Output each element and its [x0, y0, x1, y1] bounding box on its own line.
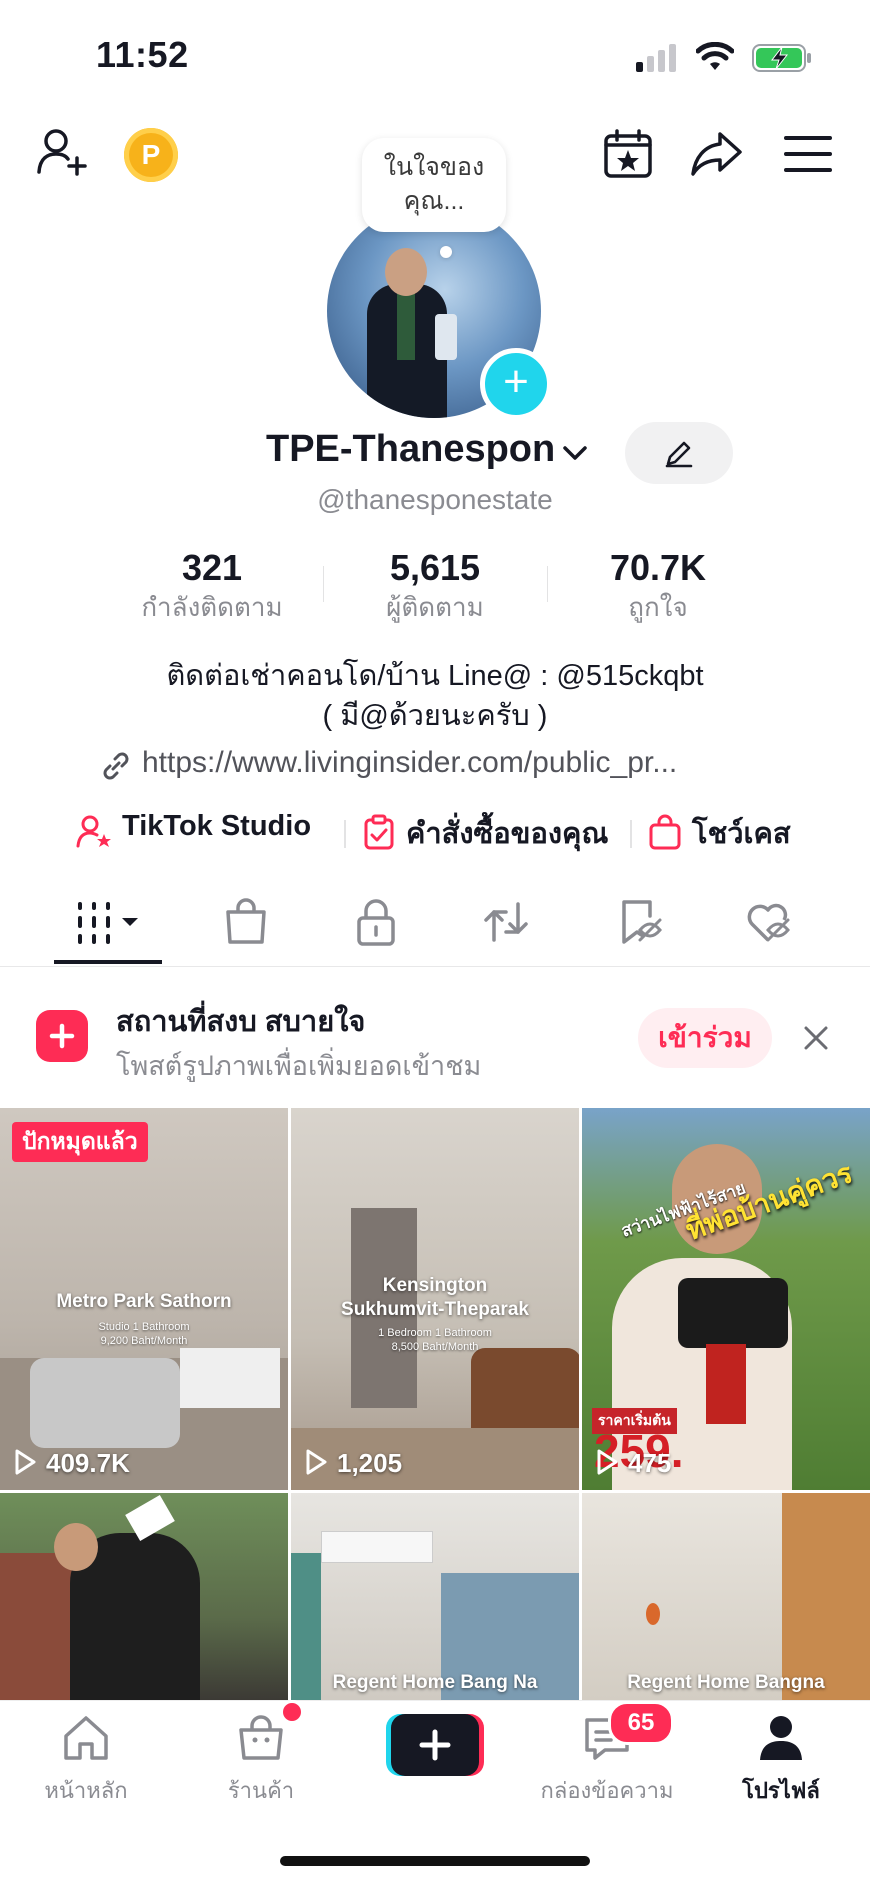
wifi-icon: [696, 42, 734, 70]
view-count-value: 409.7K: [46, 1448, 130, 1478]
stat-followers-value: 5,615: [389, 547, 481, 588]
status-time: 11:52: [96, 34, 189, 75]
private-lock-tab-icon[interactable]: [352, 896, 400, 948]
avatar-note-bubble[interactable]: ในใจของ คุณ...: [362, 138, 506, 232]
video-thumbnail[interactable]: Kensington Sukhumvit-Theparak 1 Bedroom …: [291, 1108, 579, 1490]
showcase-bag-icon: [649, 814, 681, 850]
create-plus-icon: [386, 1714, 484, 1776]
bio-line-2: ( มี@ด้วยนะครับ ): [322, 700, 548, 732]
shop-tab-icon[interactable]: [222, 896, 270, 948]
video-title: Sukhumvit-Theparak: [341, 1299, 529, 1320]
video-thumbnail[interactable]: สว่านไฟฟ้าไร้สาย ที่พ่อบ้านคู่ควร ราคาเร…: [582, 1108, 870, 1490]
nav-shop[interactable]: ร้านค้า: [186, 1712, 336, 1808]
video-subtitle: 1 Bedroom 1 Bathroom: [378, 1327, 492, 1339]
videos-grid-tab-icon[interactable]: [74, 896, 146, 948]
stat-likes[interactable]: 70.7K ถูกใจ: [558, 546, 758, 624]
stat-likes-value: 70.7K: [609, 547, 707, 588]
profile-handle: @thanesponestate: [317, 484, 553, 515]
nav-home[interactable]: หน้าหลัก: [11, 1712, 161, 1808]
bio-link[interactable]: https://www.livinginsider.com/public_pr.…: [142, 746, 677, 780]
play-icon: [15, 1449, 36, 1475]
studio-person-star-icon: [76, 815, 111, 848]
stat-divider: [547, 566, 548, 602]
view-count-value: 475: [628, 1448, 672, 1478]
chevron-down-icon[interactable]: [562, 440, 588, 466]
edit-profile-button[interactable]: [625, 422, 733, 484]
profile-name[interactable]: TPE-Thanespon: [266, 428, 555, 471]
close-icon[interactable]: [800, 1022, 832, 1054]
video-title: Kensington: [382, 1275, 488, 1296]
tiktok-studio-link[interactable]: TikTok Studio: [122, 810, 311, 843]
play-icon: [306, 1449, 327, 1475]
video-thumbnail[interactable]: Regent Home Bangna: [582, 1493, 870, 1700]
video-title: Metro Park Sathorn: [56, 1291, 232, 1312]
nav-profile[interactable]: โปรไฟล์: [706, 1712, 856, 1808]
view-count: 1,205: [305, 1448, 402, 1479]
video-subtitle: Studio 1 Bathroom: [98, 1321, 190, 1333]
view-count: 409.7K: [14, 1448, 130, 1479]
shop-notification-dot: [280, 1700, 304, 1724]
create-button[interactable]: [386, 1714, 484, 1776]
promo-subtitle: โพสต์รูปภาพเพื่อเพิ่มยอดเข้าชม: [116, 1051, 482, 1081]
nav-shop-label: ร้านค้า: [227, 1778, 295, 1803]
your-orders-link[interactable]: คำสั่งซื้อของคุณ: [406, 810, 608, 856]
add-photo-icon: [36, 1010, 88, 1062]
bio-line-1: ติดต่อเช่าคอนโด/บ้าน Line@ : @515ckqbt: [166, 660, 704, 692]
stat-followers[interactable]: 5,615 ผู้ติดตาม: [335, 546, 535, 624]
add-friend-icon[interactable]: [36, 126, 88, 178]
stat-following-value: 321: [181, 547, 243, 588]
add-avatar-plus-icon[interactable]: +: [480, 348, 552, 420]
video-title: Regent Home Bang Na: [332, 1672, 538, 1693]
calendar-star-icon[interactable]: [602, 128, 654, 180]
nav-profile-label: โปรไฟล์: [742, 1778, 820, 1803]
shop-bag-icon: [239, 1715, 283, 1760]
video-title: Regent Home Bangna: [627, 1672, 825, 1693]
quick-link-divider: [344, 820, 346, 848]
link-icon: [103, 752, 129, 780]
share-icon[interactable]: [690, 128, 742, 180]
cellular-signal-icon: [636, 44, 676, 72]
video-thumbnail[interactable]: [0, 1493, 288, 1700]
home-icon: [64, 1716, 108, 1760]
view-count: 475: [596, 1448, 671, 1479]
pinned-badge: ปักหมุดแล้ว: [12, 1122, 148, 1162]
stat-following-label: กำลังติดตาม: [141, 592, 283, 622]
battery-charging-icon: [752, 44, 811, 72]
stat-followers-label: ผู้ติดตาม: [386, 592, 484, 622]
liked-hidden-tab-icon[interactable]: [744, 896, 792, 948]
tabs-divider: [0, 966, 870, 967]
stat-likes-label: ถูกใจ: [628, 592, 688, 622]
video-thumbnail[interactable]: Regent Home Bang Na: [291, 1493, 579, 1700]
inbox-count-badge: 65: [608, 1701, 674, 1745]
active-tab-indicator: [54, 960, 162, 964]
video-thumbnail[interactable]: ปักหมุดแล้ว Metro Park Sathorn Studio 1 …: [0, 1108, 288, 1490]
play-icon: [597, 1449, 618, 1475]
stat-following[interactable]: 321 กำลังติดตาม: [112, 546, 312, 624]
pencil-icon: [665, 441, 693, 468]
join-button[interactable]: เข้าร่วม: [638, 1008, 772, 1068]
video-subtitle: 8,500 Baht/Month: [391, 1341, 479, 1353]
menu-icon[interactable]: [782, 128, 834, 180]
bubble-text-line1: ในใจของ: [383, 153, 485, 181]
orders-clipboard-icon: [364, 814, 394, 850]
favorites-hidden-tab-icon[interactable]: [616, 896, 664, 948]
nav-inbox-label: กล่องข้อความ: [540, 1778, 674, 1803]
bubble-text-line2: คุณ...: [403, 187, 465, 215]
video-subtitle: 9,200 Baht/Month: [100, 1335, 188, 1347]
coins-icon[interactable]: P: [124, 128, 178, 182]
profile-person-icon: [760, 1716, 802, 1760]
home-indicator: [280, 1856, 590, 1866]
showcase-link[interactable]: โชว์เคส: [692, 810, 791, 856]
quick-link-divider: [630, 820, 632, 848]
nav-home-label: หน้าหลัก: [44, 1778, 128, 1803]
bubble-tail: [440, 246, 452, 258]
stat-divider: [323, 566, 324, 602]
promo-title: สถานที่สงบ สบายใจ: [116, 1006, 366, 1038]
repost-tab-icon[interactable]: [482, 896, 530, 948]
view-count-value: 1,205: [337, 1448, 403, 1478]
